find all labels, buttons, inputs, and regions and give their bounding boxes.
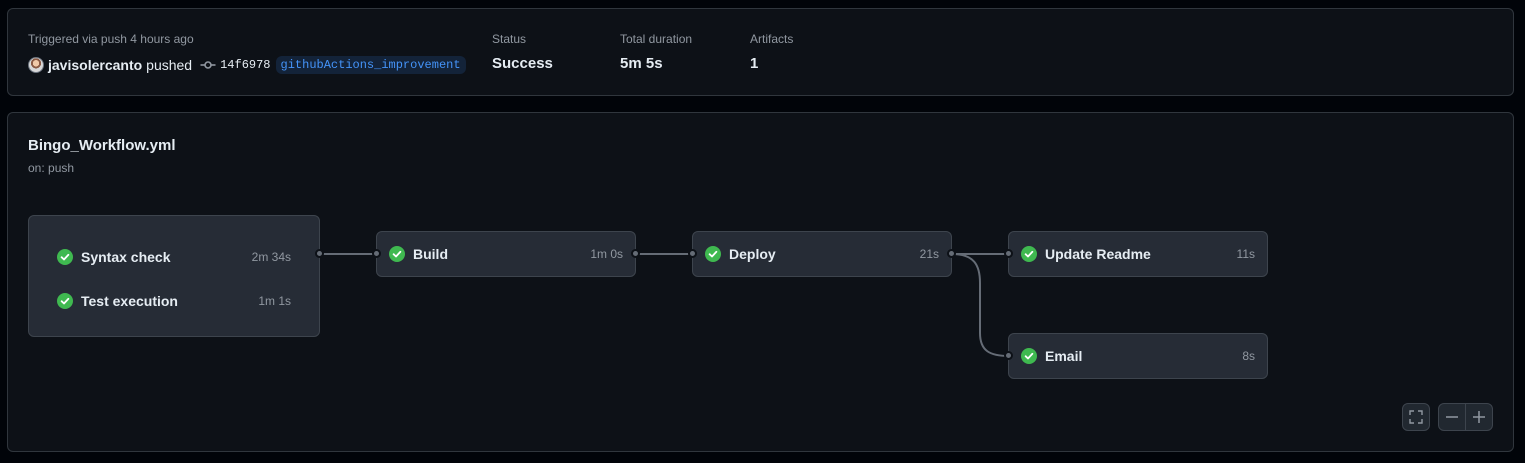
job-email-row: Email 8s xyxy=(1009,345,1267,367)
triggered-text: Triggered via push 4 hours ago xyxy=(28,32,194,46)
build-output-port xyxy=(631,249,640,258)
job-build[interactable]: Build 1m 0s xyxy=(376,231,636,277)
job-name: Test execution xyxy=(81,293,178,309)
zoom-out-button[interactable] xyxy=(1438,403,1466,431)
workflow-graph-panel: Bingo_Workflow.yml on: push Syntax check… xyxy=(7,112,1514,452)
trigger-row: javisolercanto pushed 14f6978 githubActi… xyxy=(28,55,466,75)
status-value: Success xyxy=(492,55,553,72)
job-update-readme-row: Update Readme 11s xyxy=(1009,243,1267,265)
job-deploy[interactable]: Deploy 21s xyxy=(692,231,952,277)
workflow-file-name: Bingo_Workflow.yml xyxy=(28,137,176,154)
success-check-icon xyxy=(389,246,405,262)
actor-avatar[interactable] xyxy=(28,57,44,73)
success-check-icon xyxy=(1021,246,1037,262)
job-name: Syntax check xyxy=(81,249,171,265)
job-group-tests: Syntax check 2m 34s Test execution 1m 1s xyxy=(28,215,320,337)
git-commit-icon xyxy=(200,61,216,69)
job-update-readme[interactable]: Update Readme 11s xyxy=(1008,231,1268,277)
fullscreen-button[interactable] xyxy=(1402,403,1430,431)
job-build-row: Build 1m 0s xyxy=(377,243,635,265)
commit-sha-link[interactable]: 14f6978 xyxy=(220,58,270,72)
success-check-icon xyxy=(1021,348,1037,364)
build-input-port xyxy=(372,249,381,258)
duration-value: 5m 5s xyxy=(620,55,663,72)
success-check-icon xyxy=(57,249,73,265)
job-group-output-port xyxy=(315,249,324,258)
job-duration: 21s xyxy=(919,247,939,261)
status-label: Status xyxy=(492,32,527,46)
branch-label[interactable]: githubActions_improvement xyxy=(275,56,466,74)
workflow-trigger: on: push xyxy=(28,161,75,175)
fullscreen-icon xyxy=(1409,410,1423,424)
job-duration: 8s xyxy=(1242,349,1255,363)
job-duration: 11s xyxy=(1236,247,1255,261)
job-name: Email xyxy=(1045,348,1083,364)
success-check-icon xyxy=(57,293,73,309)
job-syntax-check[interactable]: Syntax check 2m 34s xyxy=(29,246,319,268)
job-name: Deploy xyxy=(729,246,776,262)
artifacts-count-link[interactable]: 1 xyxy=(750,55,758,72)
actor-name-link[interactable]: javisolercanto xyxy=(48,57,142,73)
deploy-input-port xyxy=(688,249,697,258)
job-name: Build xyxy=(413,246,448,262)
job-duration: 2m 34s xyxy=(251,250,291,264)
job-name: Update Readme xyxy=(1045,246,1151,262)
zoom-in-button[interactable] xyxy=(1465,403,1493,431)
minus-icon xyxy=(1446,416,1458,418)
artifacts-label: Artifacts xyxy=(750,32,794,46)
job-email[interactable]: Email 8s xyxy=(1008,333,1268,379)
job-deploy-row: Deploy 21s xyxy=(693,243,951,265)
email-input-port xyxy=(1004,351,1013,360)
job-test-execution[interactable]: Test execution 1m 1s xyxy=(29,290,319,312)
success-check-icon xyxy=(705,246,721,262)
update-readme-input-port xyxy=(1004,249,1013,258)
plus-icon xyxy=(1473,411,1485,423)
deploy-output-port xyxy=(947,249,956,258)
duration-label: Total duration xyxy=(620,32,693,46)
job-duration: 1m 1s xyxy=(258,294,291,308)
action-text: pushed xyxy=(146,57,193,73)
run-summary-panel: Triggered via push 4 hours ago javisoler… xyxy=(7,8,1514,96)
job-duration: 1m 0s xyxy=(590,247,623,261)
